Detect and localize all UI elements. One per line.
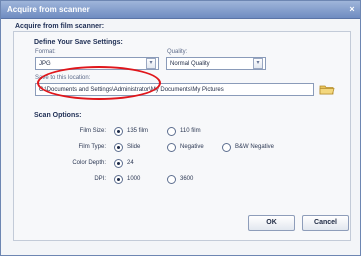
film-size-label: Film Size: <box>79 128 106 134</box>
radio-3600[interactable] <box>167 175 176 184</box>
quality-label: Quality: <box>167 49 188 55</box>
radio-bw-negative-label: B&W Negative <box>235 144 275 150</box>
save-settings-heading: Define Your Save Settings: <box>34 39 123 46</box>
chevron-down-icon[interactable]: ▾ <box>146 58 156 69</box>
film-type-label: Film Type: <box>78 144 106 150</box>
radio-slide-label: Slide <box>127 144 141 150</box>
quality-select[interactable]: Normal Quality <box>166 57 266 70</box>
section-title: Acquire from film scanner: <box>15 23 105 30</box>
chevron-down-icon[interactable]: ▾ <box>253 58 263 69</box>
dpi-label: DPI: <box>94 176 106 182</box>
radio-135-film-label: 135 film <box>127 128 149 134</box>
radio-110-film[interactable] <box>167 127 176 136</box>
window-title: Acquire from scanner <box>7 5 90 14</box>
ok-button[interactable]: OK <box>248 215 295 231</box>
radio-135-film[interactable] <box>114 127 123 136</box>
radio-1000-label: 1000 <box>127 176 141 182</box>
radio-bw-negative[interactable] <box>222 143 231 152</box>
close-icon[interactable]: × <box>347 4 357 14</box>
cancel-button[interactable]: Cancel <box>302 215 349 231</box>
title-bar: Acquire from scanner × <box>1 1 360 19</box>
radio-slide[interactable] <box>114 143 123 152</box>
radio-24-label: 24 <box>127 160 134 166</box>
radio-110-film-label: 110 film <box>180 128 201 134</box>
radio-3600-label: 3600 <box>180 176 194 182</box>
scan-options-heading: Scan Options: <box>34 112 82 119</box>
radio-24[interactable] <box>114 159 123 168</box>
red-highlight-circle <box>37 66 161 100</box>
folder-icon[interactable] <box>319 84 335 95</box>
color-depth-label: Color Depth: <box>72 160 106 166</box>
radio-negative-label: Negative <box>180 144 204 150</box>
radio-negative[interactable] <box>167 143 176 152</box>
radio-1000[interactable] <box>114 175 123 184</box>
format-label: Format: <box>35 49 56 55</box>
acquire-dialog: Acquire from scanner × Acquire from film… <box>0 0 361 256</box>
